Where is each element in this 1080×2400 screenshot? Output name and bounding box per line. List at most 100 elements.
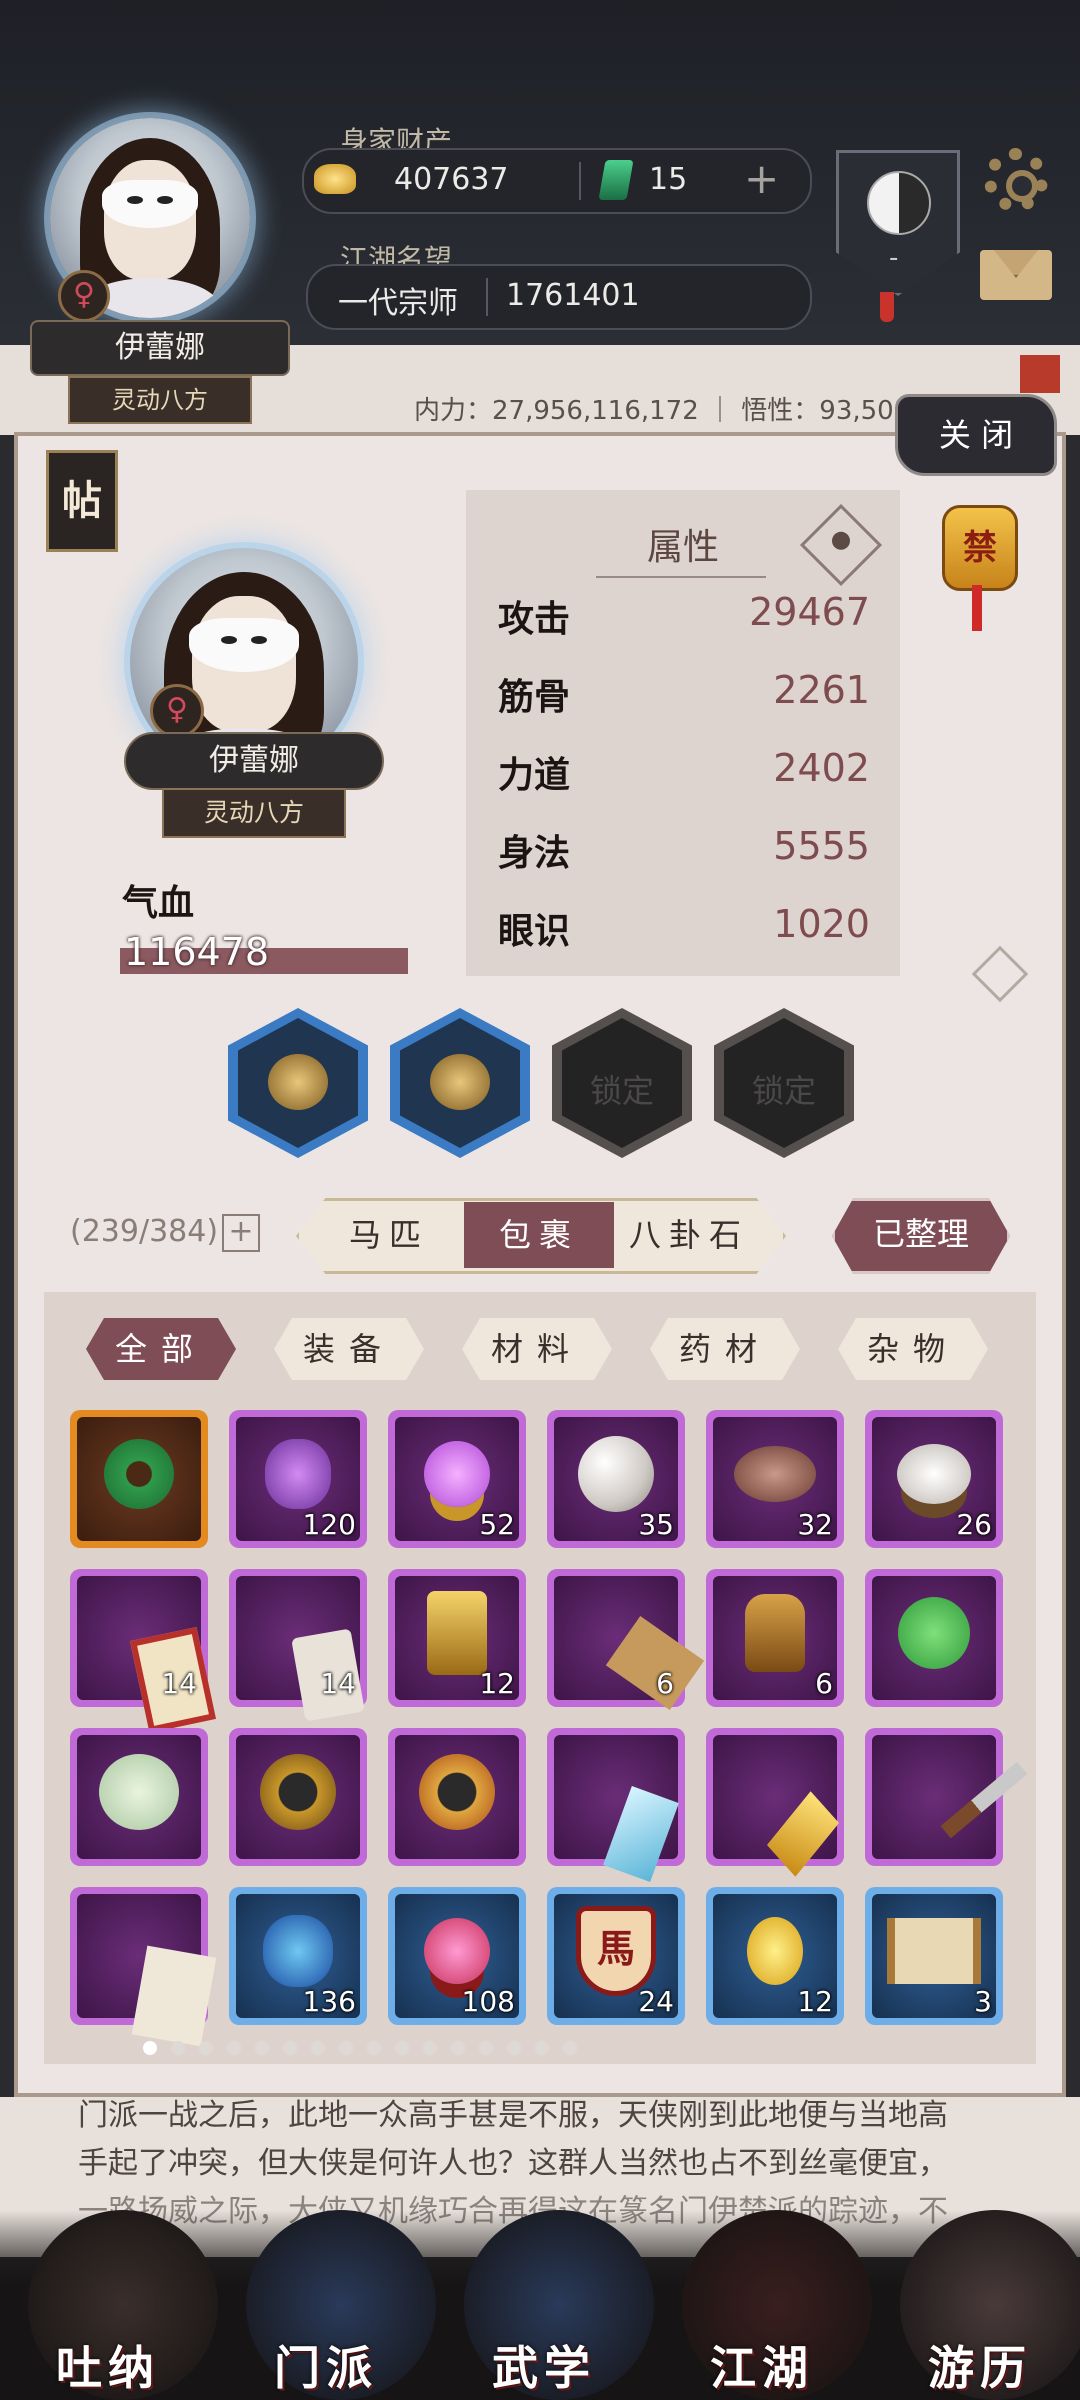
forbidden-charm[interactable]: 禁: [942, 505, 1018, 591]
nav-label: 门派: [274, 2341, 378, 2395]
lock-label: 锁定: [751, 1072, 816, 1110]
inventory-slot[interactable]: 6: [706, 1569, 844, 1707]
inventory-slot[interactable]: 35: [547, 1410, 685, 1548]
inventory-slot[interactable]: 120: [229, 1410, 367, 1548]
invitation-button[interactable]: 帖: [46, 450, 118, 552]
slot-inner: 3: [872, 1894, 996, 2018]
gear-icon[interactable]: [984, 148, 1048, 212]
slot-inner: 6: [713, 1576, 837, 1700]
yin-yang-icon: [867, 171, 931, 235]
inventory-slot[interactable]: 14: [229, 1569, 367, 1722]
inventory-slot[interactable]: 12: [388, 1569, 526, 1707]
slot-inner: 52: [395, 1417, 519, 1541]
inventory-slot[interactable]: [70, 1728, 208, 1866]
tab-3[interactable]: 八卦石: [614, 1202, 764, 1268]
category-tab[interactable]: 装备: [274, 1318, 424, 1380]
page-indicator[interactable]: [0, 2040, 900, 2059]
inventory-slot[interactable]: [706, 1728, 844, 1866]
page-dot[interactable]: [451, 2041, 465, 2055]
add-gems-button[interactable]: +: [744, 154, 779, 203]
character-title: 灵动八方: [162, 788, 346, 838]
inventory-slot[interactable]: [70, 1410, 208, 1548]
power-info: 内力：27,956,116,172 ｜ 悟性：93,501: [414, 396, 911, 426]
pink-orb-icon: [424, 1918, 490, 1985]
hp-value: 116478: [124, 930, 270, 974]
sorted-button[interactable]: 已整理: [832, 1198, 1010, 1274]
character-gender-icon: ♀: [150, 684, 204, 738]
attr-label[interactable]: 筋骨: [498, 668, 570, 720]
page-dot[interactable]: [283, 2041, 297, 2055]
slot-inner: 26: [872, 1417, 996, 1541]
jade-disc-icon: [104, 1439, 174, 1510]
inventory-slot[interactable]: [865, 1569, 1003, 1707]
category-tab[interactable]: 药材: [650, 1318, 800, 1380]
item-count: 14: [161, 1667, 197, 1700]
inventory-slot[interactable]: 3: [865, 1887, 1003, 2025]
slot-inner: [872, 1735, 1028, 1859]
nav-label: 吐纳: [56, 2341, 160, 2395]
attr-label[interactable]: 眼识: [498, 902, 570, 954]
expand-bag-button[interactable]: +: [222, 1214, 260, 1252]
page-dot[interactable]: [171, 2041, 185, 2055]
green-jade-icon: [898, 1597, 970, 1670]
slot-inner: [77, 1894, 217, 2047]
jade-gem-icon: [598, 160, 634, 200]
inventory-slot[interactable]: [865, 1728, 1028, 1866]
page-dot[interactable]: [143, 2041, 157, 2055]
inventory-slot[interactable]: 108: [388, 1887, 526, 2025]
inventory-slot[interactable]: 32: [706, 1410, 844, 1548]
player-title: 灵动八方: [68, 376, 252, 424]
item-count: 136: [302, 1985, 356, 2018]
page-dot[interactable]: [311, 2041, 325, 2055]
inventory-slot[interactable]: [388, 1728, 526, 1866]
inventory-slot[interactable]: [229, 1728, 367, 1866]
slot-inner: [713, 1735, 837, 1859]
gold-amount: 407637: [394, 162, 509, 197]
page-dot[interactable]: [479, 2041, 493, 2055]
page-dot[interactable]: [423, 2041, 437, 2055]
category-tab[interactable]: 全部: [86, 1318, 236, 1380]
attributes-box: 属性 攻击 29467 筋骨 2261 力道 2402 身法 5555 眼识 1020: [466, 490, 900, 976]
inventory-slot[interactable]: [70, 1887, 217, 2047]
mail-icon[interactable]: [980, 250, 1052, 300]
slot-inner: [77, 1417, 201, 1541]
close-button[interactable]: 关 闭: [895, 394, 1057, 476]
inventory-slot[interactable]: 馬 24: [547, 1887, 685, 2025]
hp-label: 气血: [122, 883, 195, 924]
inventory-slot[interactable]: 136: [229, 1887, 367, 2025]
item-count: 32: [797, 1508, 833, 1541]
attr-value: 2402: [773, 746, 870, 790]
inventory-slot[interactable]: 26: [865, 1410, 1003, 1548]
page-dot[interactable]: [535, 2041, 549, 2055]
page-dot[interactable]: [255, 2041, 269, 2055]
page-dot[interactable]: [199, 2041, 213, 2055]
page-dot[interactable]: [507, 2041, 521, 2055]
category-tab[interactable]: 材料: [462, 1318, 612, 1380]
page-dot[interactable]: [227, 2041, 241, 2055]
inventory-slot[interactable]: 6: [547, 1569, 705, 1710]
red-tab[interactable]: [1020, 355, 1060, 393]
inventory-slot[interactable]: 12: [706, 1887, 844, 2025]
gold-egg-icon: [747, 1917, 803, 1986]
item-count: 6: [815, 1667, 833, 1700]
eye-icon[interactable]: [799, 503, 883, 587]
item-count: 3: [974, 1985, 992, 2018]
category-tab[interactable]: 杂物: [838, 1318, 988, 1380]
inventory-slot[interactable]: 52: [388, 1410, 526, 1548]
horse-badge-icon: 馬: [576, 1906, 656, 1997]
attr-label[interactable]: 攻击: [498, 590, 570, 642]
slot-inner: [400, 1018, 520, 1148]
attr-label[interactable]: 身法: [498, 824, 570, 876]
page-dot[interactable]: [563, 2041, 577, 2055]
cotton-icon: [897, 1444, 971, 1505]
inventory-slot[interactable]: 14: [70, 1569, 217, 1734]
page-dot[interactable]: [339, 2041, 353, 2055]
slot-inner: 6: [554, 1576, 705, 1710]
tab-2[interactable]: 包裹: [464, 1202, 614, 1268]
page-dot[interactable]: [367, 2041, 381, 2055]
inventory-slot[interactable]: [547, 1728, 685, 1883]
page-dot[interactable]: [395, 2041, 409, 2055]
tab-1[interactable]: 马匹: [314, 1202, 464, 1268]
attr-label[interactable]: 力道: [498, 746, 570, 798]
player-name: 伊蕾娜: [30, 320, 290, 376]
